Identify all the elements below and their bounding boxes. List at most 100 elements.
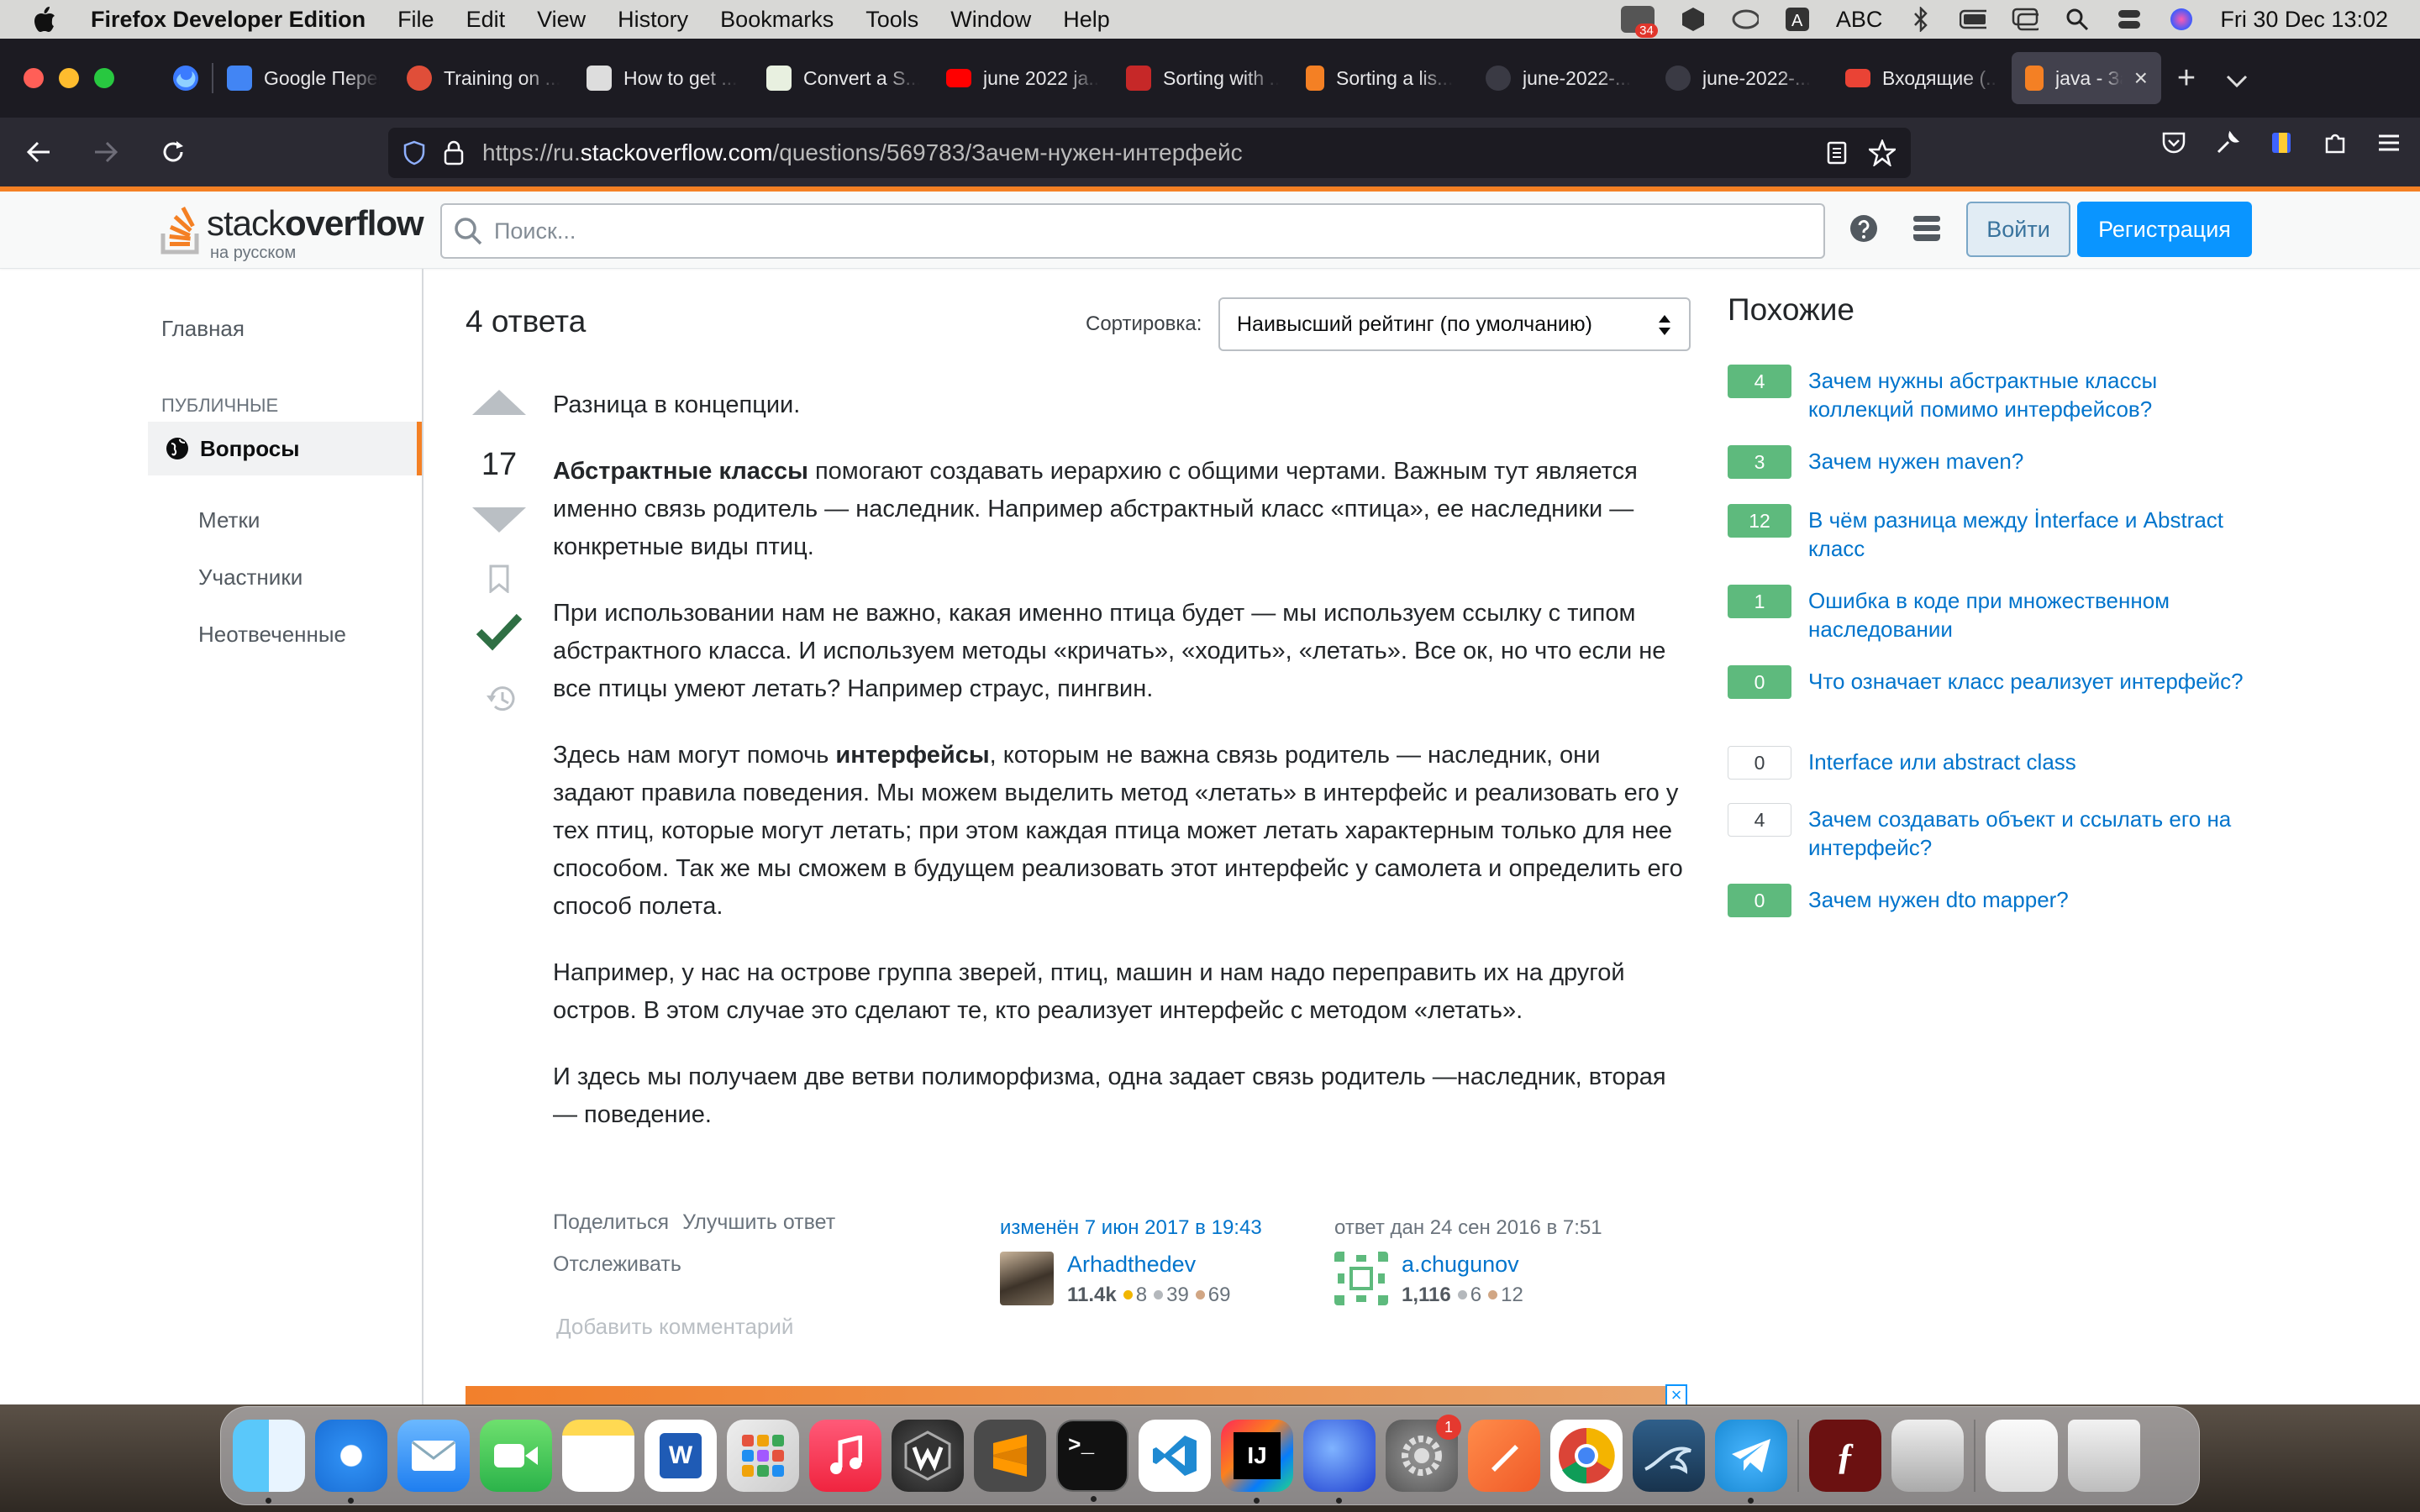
- related-question-link[interactable]: Зачем нужны абстрактные классы коллекций…: [1808, 366, 2245, 423]
- status-shield-icon[interactable]: [1680, 6, 1707, 33]
- mail-icon[interactable]: [397, 1420, 470, 1492]
- notes-icon[interactable]: [562, 1420, 634, 1492]
- bluetooth-icon[interactable]: [1907, 6, 1934, 33]
- related-question-link[interactable]: Зачем создавать объект и ссылать его на …: [1808, 805, 2245, 862]
- system-preferences-icon[interactable]: 1: [1386, 1415, 1461, 1492]
- list-all-tabs-button[interactable]: [2212, 60, 2262, 97]
- menu-help[interactable]: Help: [1063, 7, 1110, 33]
- address-bar[interactable]: https://ru.stackoverflow.com/questions/5…: [388, 128, 1911, 178]
- signup-button[interactable]: Регистрация: [2077, 202, 2252, 257]
- improve-answer-link[interactable]: Улучшить ответ: [682, 1210, 835, 1234]
- siri-icon[interactable]: [2168, 6, 2195, 33]
- safari-icon[interactable]: [315, 1420, 387, 1504]
- reload-button[interactable]: [151, 130, 195, 174]
- flash-player-icon[interactable]: ƒ: [1809, 1420, 1881, 1492]
- new-tab-button[interactable]: +: [2161, 60, 2212, 97]
- menu-window[interactable]: Window: [950, 7, 1031, 33]
- tab-sorting-with[interactable]: Sorting with ...: [1113, 52, 1292, 104]
- creative-cloud-icon[interactable]: [1732, 6, 1759, 33]
- login-button[interactable]: Войти: [1966, 202, 2070, 257]
- zoom-window-button[interactable]: [94, 68, 114, 88]
- menu-bookmarks[interactable]: Bookmarks: [720, 7, 834, 33]
- extensions-puzzle-icon[interactable]: [2323, 130, 2348, 155]
- control-center-icon[interactable]: [2116, 6, 2143, 33]
- spotlight-search-icon[interactable]: [2064, 6, 2091, 33]
- nav-users[interactable]: Участники: [198, 564, 302, 591]
- menu-file[interactable]: File: [397, 7, 434, 33]
- postman-icon[interactable]: [1468, 1420, 1540, 1492]
- vscode-icon[interactable]: [1139, 1420, 1211, 1492]
- wrench-devtools-icon[interactable]: [2215, 130, 2240, 155]
- related-question-link[interactable]: Зачем нужен dto mapper?: [1808, 885, 2245, 914]
- menubar-clock[interactable]: Fri 30 Dec 13:02: [2220, 7, 2388, 33]
- screen-mirroring-icon[interactable]: [2012, 6, 2039, 33]
- downvote-arrow-icon[interactable]: [469, 504, 529, 536]
- forward-button[interactable]: [84, 130, 128, 174]
- editor-username[interactable]: Arhadthedev: [1067, 1252, 1196, 1278]
- tab-github-2[interactable]: june-2022-...: [1652, 52, 1832, 104]
- tab-sorting-list[interactable]: Sorting a lis...: [1292, 52, 1472, 104]
- bookmark-star-icon[interactable]: [1869, 139, 1896, 166]
- apple-icon[interactable]: [32, 4, 62, 34]
- hamburger-menu-icon[interactable]: [2376, 130, 2402, 155]
- related-question-link[interactable]: Зачем нужен maven?: [1808, 447, 2245, 475]
- sublime-text-icon[interactable]: [974, 1420, 1046, 1492]
- pocket-icon[interactable]: [2161, 130, 2186, 155]
- battery-icon[interactable]: [1960, 6, 1987, 33]
- close-window-button[interactable]: [24, 68, 44, 88]
- menu-edit[interactable]: Edit: [466, 7, 506, 33]
- tab-active-stackoverflow[interactable]: java - Зачем нужен интерфейс ×: [2012, 52, 2161, 104]
- tab-google-translate[interactable]: Google Переводчик: [213, 52, 393, 104]
- follow-link[interactable]: Отслеживать: [553, 1252, 681, 1276]
- bookmark-icon[interactable]: [487, 564, 511, 593]
- avatar[interactable]: [1000, 1252, 1054, 1305]
- upvote-arrow-icon[interactable]: [469, 386, 529, 418]
- nav-home[interactable]: Главная: [161, 316, 245, 342]
- intellij-idea-icon[interactable]: IJ: [1221, 1420, 1293, 1504]
- menu-tools[interactable]: Tools: [865, 7, 918, 33]
- advertisement-banner[interactable]: [466, 1386, 1687, 1404]
- tab-gmail[interactable]: Входящие (...: [1832, 52, 2012, 104]
- nav-tags[interactable]: Метки: [198, 507, 260, 533]
- menu-history[interactable]: History: [618, 7, 688, 33]
- reader-view-icon[interactable]: [1827, 141, 1847, 165]
- site-switcher-icon[interactable]: [1912, 213, 1941, 244]
- trash-icon[interactable]: [2068, 1420, 2140, 1492]
- related-question-link[interactable]: Interface или abstract class: [1808, 748, 2245, 776]
- related-question-link[interactable]: Ошибка в коде при множественном наследов…: [1808, 586, 2245, 643]
- finder-icon[interactable]: [233, 1420, 305, 1504]
- tab-github-1[interactable]: june-2022-...: [1472, 52, 1652, 104]
- nav-unanswered[interactable]: Неотвеченные: [198, 622, 346, 648]
- tab-how-to-get[interactable]: How to get ...: [573, 52, 753, 104]
- author-username[interactable]: a.chugunov: [1402, 1252, 1519, 1278]
- extension-icon[interactable]: [2269, 130, 2294, 155]
- lock-icon[interactable]: [444, 140, 464, 165]
- input-source-label[interactable]: ABC: [1836, 7, 1883, 33]
- site-search-input[interactable]: Поиск...: [440, 203, 1825, 259]
- microsoft-word-icon[interactable]: W: [644, 1420, 717, 1492]
- edited-timestamp[interactable]: изменён 7 июн 2017 в 19:43: [1000, 1216, 1262, 1239]
- tab-youtube[interactable]: june 2022 ja...: [933, 52, 1113, 104]
- so-logo[interactable]: stackoverflow на русском: [160, 198, 424, 262]
- minimize-window-button[interactable]: [59, 68, 79, 88]
- wunderbucket-icon[interactable]: [892, 1420, 964, 1492]
- status-app-icon[interactable]: 34: [1620, 6, 1658, 38]
- chrome-icon[interactable]: [1550, 1420, 1623, 1492]
- preview-image-icon[interactable]: [1891, 1420, 1964, 1492]
- music-icon[interactable]: [809, 1420, 881, 1492]
- telegram-icon[interactable]: [1715, 1420, 1787, 1504]
- tracking-protection-shield-icon[interactable]: [403, 140, 425, 165]
- tab-convert[interactable]: Convert a S...: [753, 52, 933, 104]
- facetime-icon[interactable]: [480, 1420, 552, 1492]
- help-icon[interactable]: [1849, 213, 1879, 244]
- terminal-icon[interactable]: >_: [1056, 1420, 1128, 1502]
- launchpad-icon[interactable]: [727, 1420, 799, 1492]
- add-comment-link[interactable]: Добавить комментарий: [556, 1314, 793, 1340]
- tab-training[interactable]: Training on ...: [393, 52, 573, 104]
- back-button[interactable]: [17, 130, 60, 174]
- menu-view[interactable]: View: [537, 7, 586, 33]
- mysql-workbench-icon[interactable]: [1633, 1420, 1705, 1492]
- url-text[interactable]: https://ru.stackoverflow.com/questions/5…: [482, 139, 1243, 166]
- input-source-icon[interactable]: A: [1784, 6, 1811, 33]
- related-question-link[interactable]: Что означает класс реализует интерфейс?: [1808, 667, 2245, 696]
